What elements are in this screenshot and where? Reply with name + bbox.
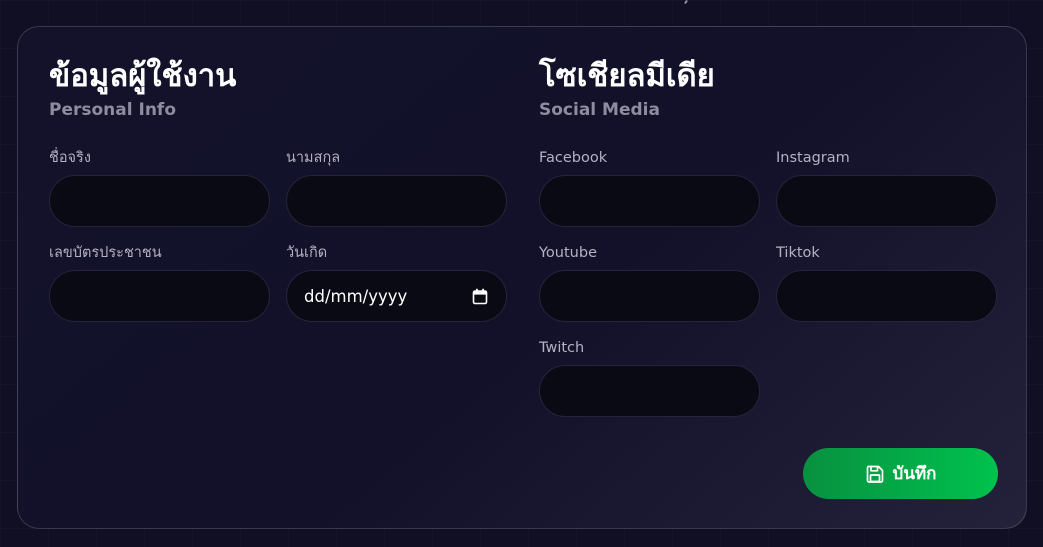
instagram-label: Instagram xyxy=(776,150,850,166)
falling-speck xyxy=(684,0,688,5)
twitch-input[interactable] xyxy=(539,365,760,417)
social-media-title: โซเชียลมีเดีย xyxy=(539,58,715,94)
id-card-label: เลขบัตรประชาชน xyxy=(49,245,162,261)
calendar-icon[interactable] xyxy=(472,288,488,305)
save-button[interactable]: บันทึก xyxy=(803,448,998,499)
save-icon xyxy=(865,464,885,484)
last-name-input[interactable] xyxy=(286,175,507,227)
facebook-input[interactable] xyxy=(539,175,760,227)
youtube-label: Youtube xyxy=(539,245,597,261)
first-name-label: ชื่อจริง xyxy=(49,150,91,166)
first-name-input[interactable] xyxy=(49,175,270,227)
birthday-date-placeholder: dd/mm/yyyy xyxy=(304,286,408,306)
facebook-label: Facebook xyxy=(539,150,608,166)
profile-form-card: ข้อมูลผู้ใช้งาน Personal Info ชื่อจริง น… xyxy=(17,26,1027,529)
personal-info-title: ข้อมูลผู้ใช้งาน xyxy=(49,58,237,94)
tiktok-input[interactable] xyxy=(776,270,997,322)
id-card-input[interactable] xyxy=(49,270,270,322)
social-media-subtitle: Social Media xyxy=(539,100,660,120)
tiktok-label: Tiktok xyxy=(776,245,820,261)
instagram-input[interactable] xyxy=(776,175,997,227)
youtube-input[interactable] xyxy=(539,270,760,322)
twitch-label: Twitch xyxy=(539,340,585,356)
save-button-label: บันทึก xyxy=(892,464,937,484)
personal-info-subtitle: Personal Info xyxy=(49,100,176,120)
birthday-date-input[interactable]: dd/mm/yyyy xyxy=(286,270,507,322)
page-background: ข้อมูลผู้ใช้งาน Personal Info ชื่อจริง น… xyxy=(0,0,1043,547)
last-name-label: นามสกุล xyxy=(286,150,341,166)
birthday-label: วันเกิด xyxy=(286,245,328,261)
